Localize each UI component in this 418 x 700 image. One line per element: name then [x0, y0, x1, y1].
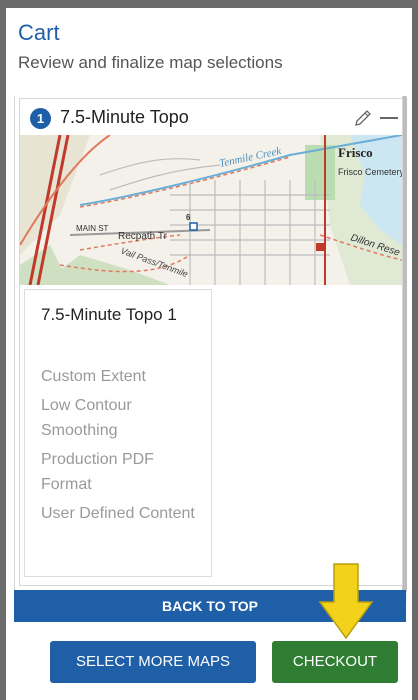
- option-user-defined: User Defined Content: [41, 505, 195, 522]
- map-label-recpath: Recpath Tr: [118, 231, 168, 242]
- page-subtitle: Review and finalize map selections: [18, 53, 283, 72]
- checkout-button[interactable]: CHECKOUT: [272, 641, 398, 683]
- map-label-route: 6: [186, 213, 191, 222]
- map-label-cemetery: Frisco Cemetery: [338, 167, 402, 177]
- pencil-icon[interactable]: [352, 107, 374, 129]
- cart-items-list: 1 7.5-Minute Topo Tenmile Creek Frisco F…: [14, 96, 407, 602]
- page-title: Cart: [18, 20, 60, 45]
- option-production-pdf: Production PDF Format: [41, 451, 154, 493]
- detail-title: 7.5-Minute Topo 1: [41, 305, 177, 324]
- option-low-contour: Low Contour Smoothing: [41, 397, 132, 439]
- cart-item: 1 7.5-Minute Topo Tenmile Creek Frisco F…: [19, 98, 403, 586]
- map-label-town: Frisco: [338, 145, 373, 160]
- arrow-down-icon: [318, 563, 374, 640]
- select-more-maps-button[interactable]: SELECT MORE MAPS: [50, 641, 256, 683]
- map-thumbnail: Tenmile Creek Frisco Frisco Cemetery MAI…: [20, 135, 402, 285]
- item-detail-card: 7.5-Minute Topo 1 Custom Extent Low Cont…: [24, 289, 212, 577]
- item-number-badge: 1: [30, 108, 51, 129]
- map-label-main-st: MAIN ST: [76, 224, 109, 233]
- item-title: 7.5-Minute Topo: [60, 107, 189, 127]
- option-custom-extent: Custom Extent: [41, 368, 146, 385]
- item-options-list: Custom Extent Low Contour Smoothing Prod…: [41, 364, 207, 530]
- cart-item-header: 1 7.5-Minute Topo: [20, 99, 402, 135]
- minus-icon[interactable]: [380, 117, 398, 119]
